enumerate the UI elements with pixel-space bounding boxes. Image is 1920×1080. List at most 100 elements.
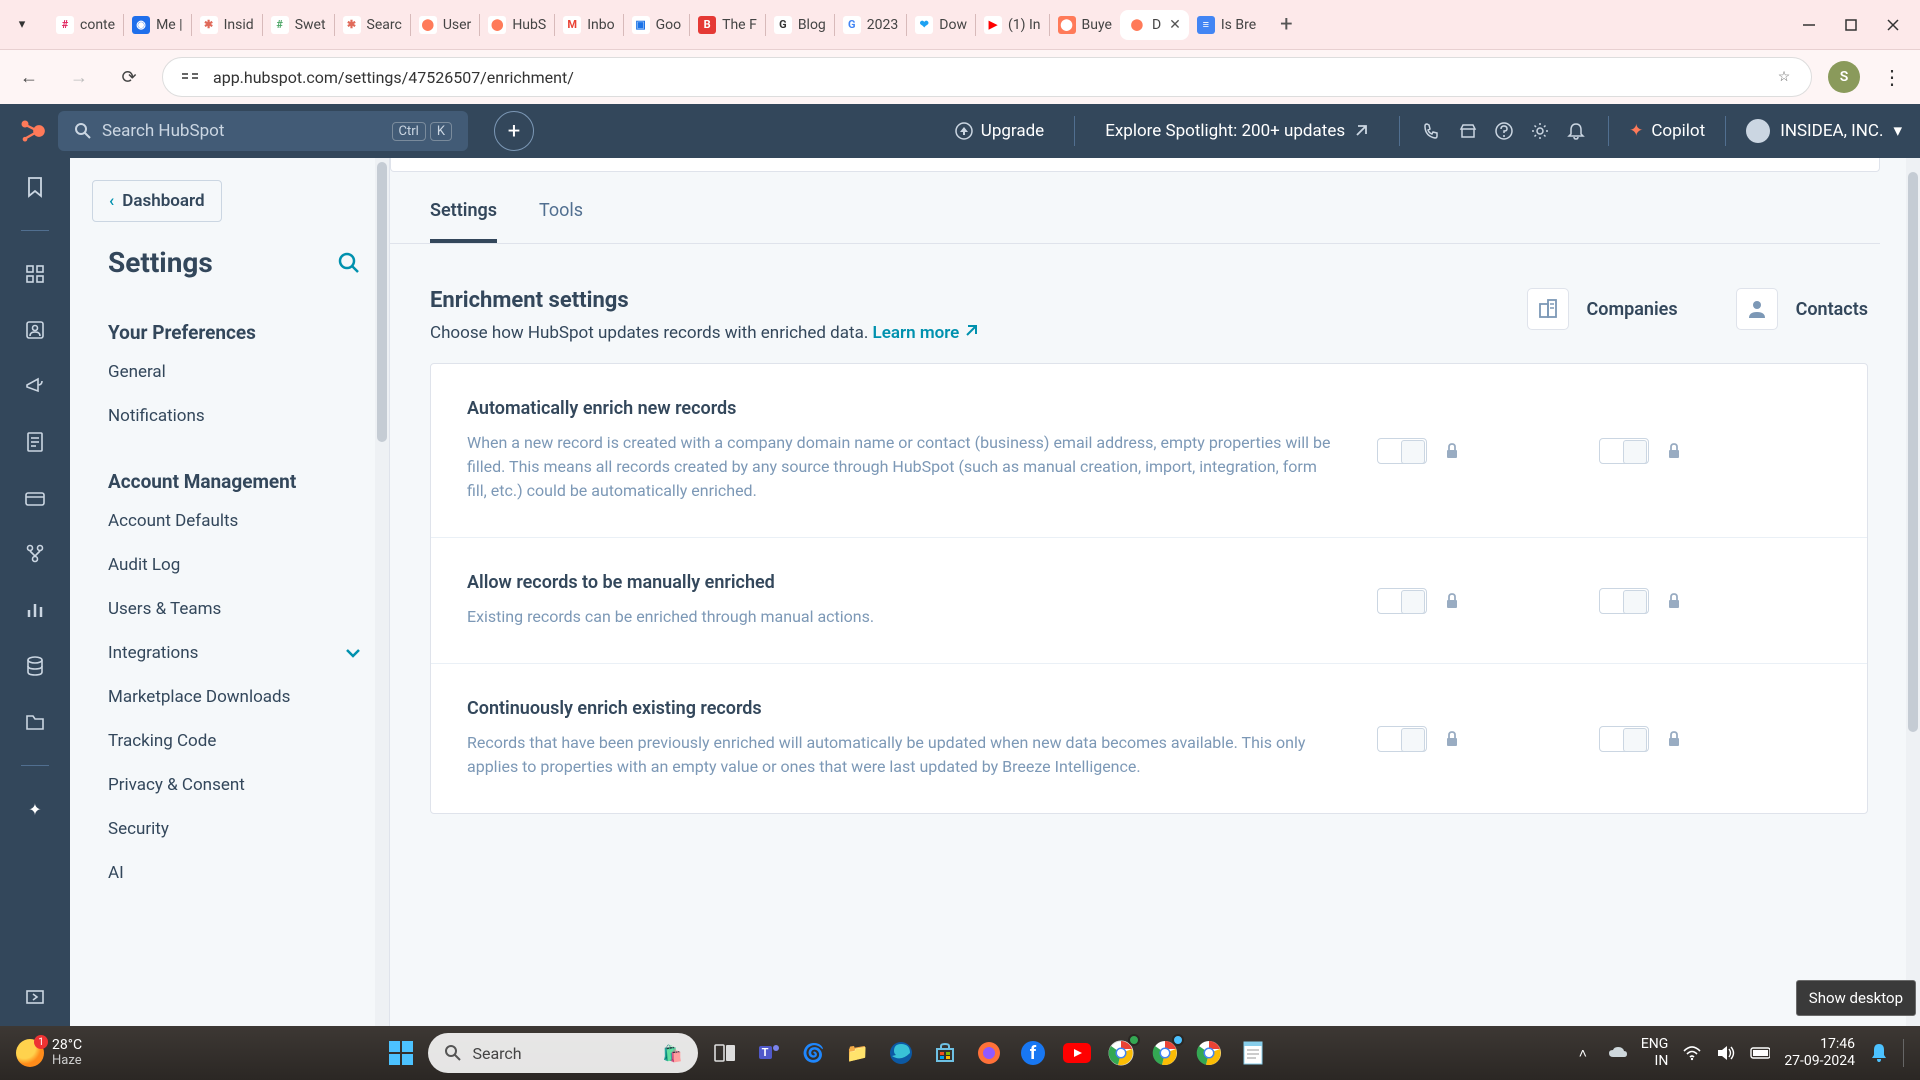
browser-tab[interactable]: ✱Insid [192, 10, 262, 40]
sidebar-item[interactable]: Privacy & Consent [80, 763, 389, 807]
tab-close-icon[interactable]: ✕ [1169, 17, 1181, 33]
sidebar-search-icon[interactable] [337, 251, 361, 275]
browser-profile-button[interactable]: S [1828, 61, 1860, 93]
tray-clock[interactable]: 17:4627-09-2024 [1784, 1036, 1855, 1070]
contacts-toggle[interactable] [1599, 588, 1649, 614]
browser-tab[interactable]: ⬤HubS [480, 10, 554, 40]
rail-data-icon[interactable] [22, 653, 48, 679]
taskbar-store-icon[interactable] [928, 1036, 962, 1070]
tab-settings[interactable]: Settings [430, 200, 497, 243]
browser-tab[interactable]: ⬤User [411, 10, 479, 40]
tray-language[interactable]: ENGIN [1641, 1036, 1668, 1070]
tab-tools[interactable]: Tools [539, 200, 583, 243]
tray-volume-icon[interactable] [1716, 1043, 1736, 1063]
upgrade-link[interactable]: Upgrade [945, 121, 1054, 141]
sidebar-item[interactable]: AI [80, 851, 389, 895]
sidebar-item[interactable]: Audit Log [80, 543, 389, 587]
nav-back-button[interactable]: ← [12, 60, 46, 94]
contacts-toggle[interactable] [1599, 438, 1649, 464]
bookmark-star-icon[interactable]: ☆ [1773, 66, 1795, 88]
browser-tab[interactable]: ▣Goo [624, 10, 690, 40]
sidebar-item[interactable]: Marketplace Downloads [80, 675, 389, 719]
task-view-icon[interactable] [708, 1036, 742, 1070]
sidebar-item[interactable]: Integrations [80, 631, 389, 675]
rail-commerce-icon[interactable] [22, 485, 48, 511]
account-menu[interactable]: INSIDEA, INC. ▾ [1746, 119, 1902, 143]
notifications-bell-icon[interactable] [1564, 119, 1588, 143]
nav-forward-button[interactable]: → [62, 60, 96, 94]
rail-apps-icon[interactable] [22, 261, 48, 287]
rail-sparkle-icon[interactable]: ✦ [22, 796, 48, 822]
taskbar-notepad-icon[interactable] [1236, 1036, 1270, 1070]
rail-content-icon[interactable] [22, 429, 48, 455]
back-to-dashboard-button[interactable]: ‹ Dashboard [92, 180, 222, 222]
sidebar-scrollbar[interactable] [375, 158, 389, 1026]
browser-tab[interactable]: #Swet [263, 10, 334, 40]
taskbar-youtube-icon[interactable] [1060, 1036, 1094, 1070]
sidebar-item[interactable]: Notifications [80, 394, 389, 438]
marketplace-icon[interactable] [1456, 119, 1480, 143]
rail-reporting-icon[interactable] [22, 597, 48, 623]
start-button[interactable] [384, 1036, 418, 1070]
taskbar-search[interactable]: Search 🛍️ [428, 1033, 698, 1073]
browser-tab[interactable]: GBlog [766, 10, 834, 40]
browser-tab[interactable]: ▶(1) In [976, 10, 1049, 40]
window-close-button[interactable] [1884, 16, 1902, 34]
create-button[interactable]: + [494, 111, 534, 151]
sidebar-item[interactable]: General [80, 350, 389, 394]
browser-tab[interactable]: ⬤D✕ [1120, 10, 1189, 40]
taskbar-weather[interactable]: 1 28°CHaze [16, 1038, 82, 1068]
taskbar-edge-icon[interactable] [884, 1036, 918, 1070]
browser-menu-button[interactable]: ⋮ [1876, 65, 1908, 89]
new-tab-button[interactable]: + [1270, 12, 1302, 37]
copilot-button[interactable]: ✦ Copilot [1629, 121, 1705, 141]
contacts-toggle[interactable] [1599, 726, 1649, 752]
taskbar-explorer-icon[interactable]: 📁 [840, 1036, 874, 1070]
rail-contacts-icon[interactable] [22, 317, 48, 343]
companies-toggle[interactable] [1377, 438, 1427, 464]
window-maximize-button[interactable] [1842, 16, 1860, 34]
sidebar-item[interactable]: Account Defaults [80, 499, 389, 543]
browser-tab[interactable]: ❤Dow [907, 10, 975, 40]
companies-toggle[interactable] [1377, 726, 1427, 752]
browser-tab[interactable]: ⬤Buye [1050, 10, 1120, 40]
tray-notifications-icon[interactable] [1869, 1043, 1889, 1063]
hubspot-search-input[interactable]: Search HubSpot CtrlK [58, 111, 468, 151]
browser-tab[interactable]: BThe F [690, 10, 765, 40]
settings-gear-icon[interactable] [1528, 119, 1552, 143]
rail-bookmark-icon[interactable] [22, 174, 48, 200]
main-scrollbar[interactable] [1906, 158, 1920, 1026]
tray-overflow-icon[interactable]: ˄ [1573, 1043, 1593, 1063]
phone-icon[interactable] [1420, 119, 1444, 143]
taskbar-teams-icon[interactable]: T [752, 1036, 786, 1070]
help-icon[interactable] [1492, 119, 1516, 143]
browser-tab[interactable]: ≡Is Bre [1189, 10, 1264, 40]
rail-marketing-icon[interactable] [22, 373, 48, 399]
learn-more-link[interactable]: Learn more [873, 323, 978, 343]
address-bar[interactable]: app.hubspot.com/settings/47526507/enrich… [162, 57, 1812, 97]
sidebar-item[interactable]: Tracking Code [80, 719, 389, 763]
sidebar-item[interactable]: Users & Teams [80, 587, 389, 631]
hubspot-logo-icon[interactable] [18, 117, 46, 145]
browser-tab[interactable]: ✱Searc [335, 10, 410, 40]
tray-battery-icon[interactable] [1750, 1043, 1770, 1063]
tabs-list-button[interactable]: ▾ [8, 11, 36, 39]
window-minimize-button[interactable] [1800, 16, 1818, 34]
tray-onedrive-icon[interactable] [1607, 1043, 1627, 1063]
nav-reload-button[interactable]: ⟳ [112, 60, 146, 94]
browser-tab[interactable]: G2023 [835, 10, 906, 40]
browser-tab[interactable]: MInbo [555, 10, 622, 40]
rail-library-icon[interactable] [22, 709, 48, 735]
tray-wifi-icon[interactable] [1682, 1043, 1702, 1063]
taskbar-facebook-icon[interactable]: f [1016, 1036, 1050, 1070]
taskbar-chrome-1-icon[interactable] [1104, 1036, 1138, 1070]
taskbar-chrome-2-icon[interactable] [1148, 1036, 1182, 1070]
spotlight-link[interactable]: Explore Spotlight: 200+ updates [1095, 121, 1379, 141]
browser-tab[interactable]: ◉Me | [124, 10, 191, 40]
rail-automation-icon[interactable] [22, 541, 48, 567]
site-info-icon[interactable] [179, 66, 201, 88]
browser-tab[interactable]: #conte [48, 10, 123, 40]
taskbar-copilot-icon[interactable]: 🌀 [796, 1036, 830, 1070]
sidebar-item[interactable]: Security [80, 807, 389, 851]
rail-collapse-icon[interactable] [22, 984, 48, 1010]
